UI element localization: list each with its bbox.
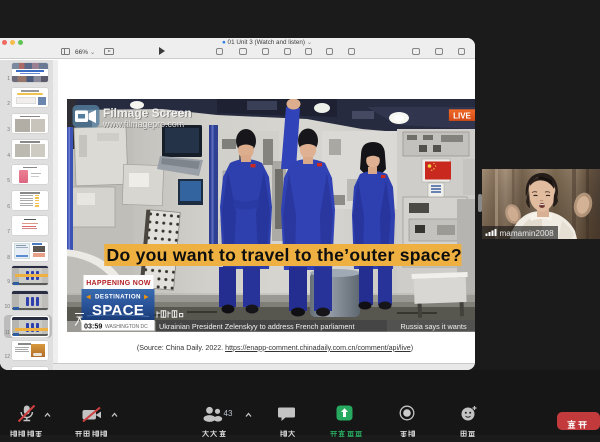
svg-text:Russia says it wants: Russia says it wants — [400, 322, 466, 331]
svg-text:WASHINGTON DC: WASHINGTON DC — [105, 324, 148, 330]
svg-text:LIVE: LIVE — [453, 111, 471, 120]
svg-text:www.filmagepro.com: www.filmagepro.com — [102, 119, 184, 129]
svg-text:◀: ◀ — [86, 295, 91, 301]
svg-text:Ukrainian President Zelenskyy: Ukrainian President Zelenskyy to address… — [159, 322, 354, 331]
svg-text:HAPPENING NOW: HAPPENING NOW — [86, 280, 151, 287]
svg-text:SPACE: SPACE — [91, 302, 143, 319]
svg-text:▶: ▶ — [144, 295, 149, 301]
svg-text:DESTINATION: DESTINATION — [95, 294, 141, 301]
svg-text:Do you want to travel to the’o: Do you want to travel to the’outer space… — [106, 245, 461, 265]
svg-text:mamamin2008: mamamin2008 — [500, 229, 555, 238]
svg-text:03:59: 03:59 — [84, 321, 102, 330]
svg-text:Filmage Screen: Filmage Screen — [103, 106, 192, 120]
